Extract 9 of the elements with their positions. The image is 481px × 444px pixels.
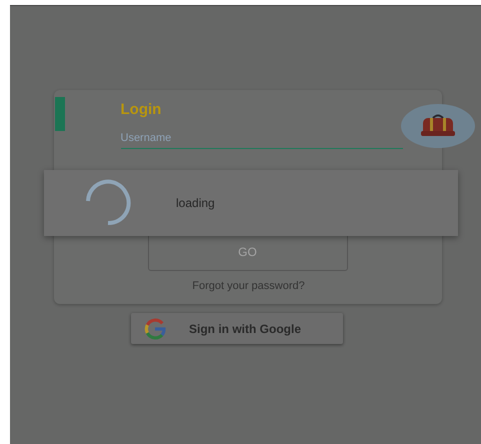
accent-bar [54,97,64,131]
login-title: Login [120,101,162,118]
google-icon [143,316,167,340]
go-button[interactable]: GO [148,233,348,271]
backpack-icon [420,114,454,138]
loading-text: loading [176,196,215,210]
username-field[interactable]: Username [120,128,402,149]
google-sign-in-button[interactable]: Sign in with Google [131,313,343,344]
forgot-password-link[interactable]: Forgot your password? [150,280,348,292]
